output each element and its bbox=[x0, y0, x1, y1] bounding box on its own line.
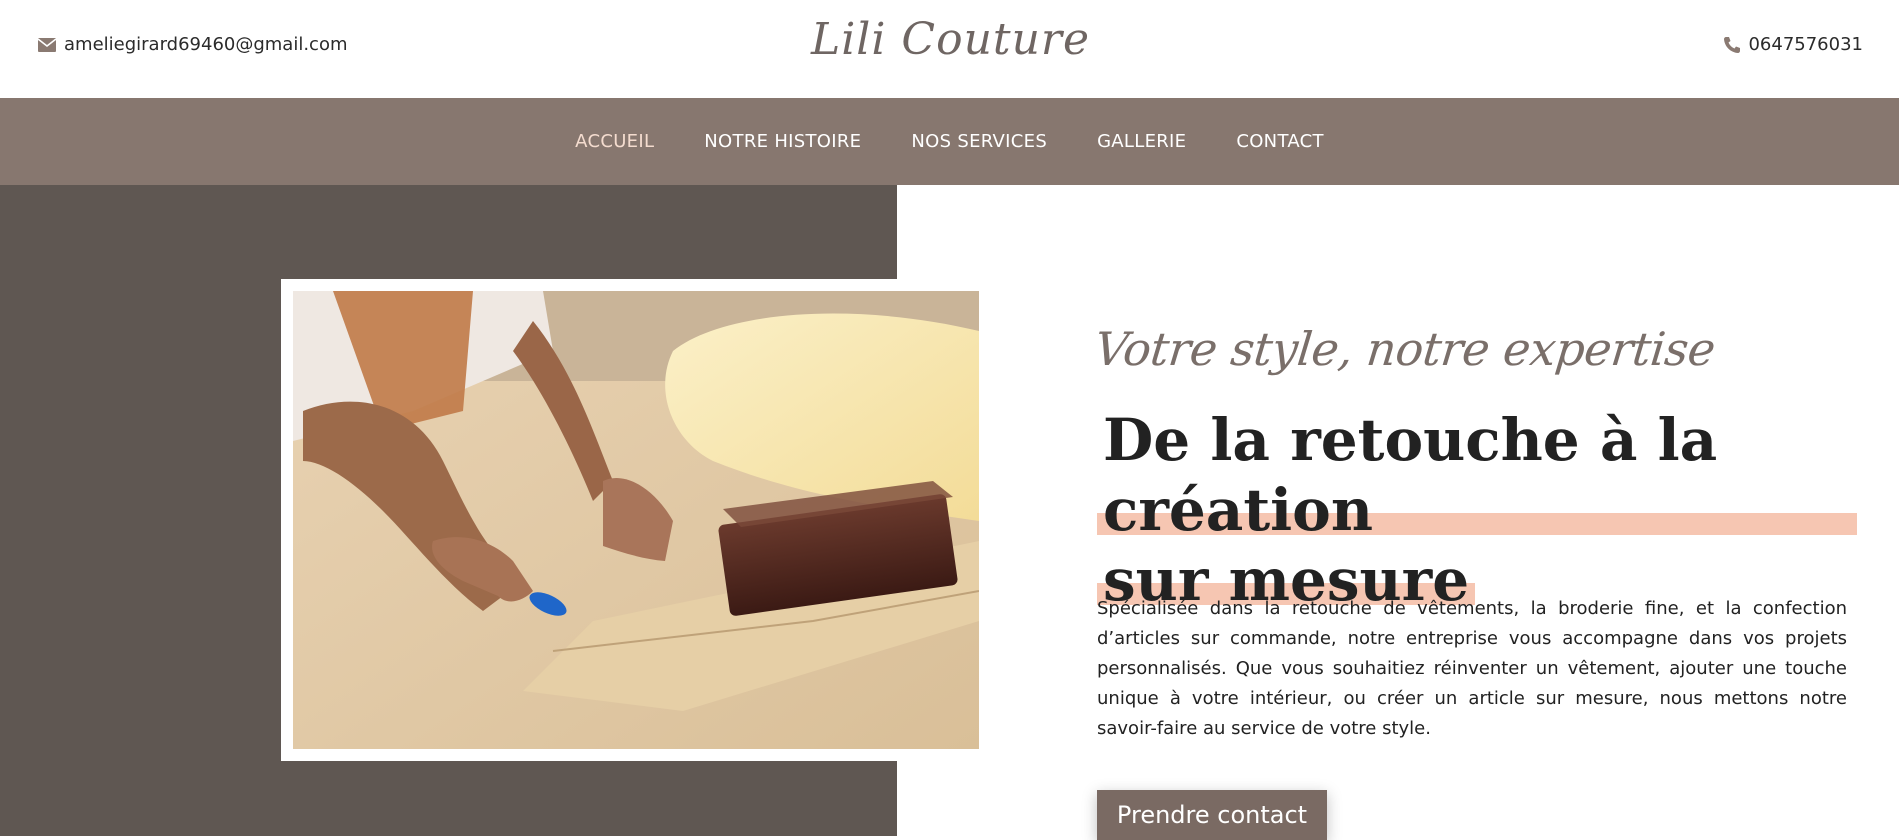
hero-subtitle: Votre style, notre expertise bbox=[1092, 322, 1718, 376]
hero-description: Spécialisée dans la retouche de vêtement… bbox=[1097, 598, 1847, 739]
top-header: ameliegirard69460@gmail.com Lili Couture… bbox=[0, 0, 1901, 98]
phone-contact[interactable]: 0647576031 bbox=[1722, 34, 1863, 55]
hero-image bbox=[293, 291, 979, 749]
phone-text[interactable]: 0647576031 bbox=[1748, 34, 1863, 55]
nav-item-contact[interactable]: CONTACT bbox=[1236, 131, 1323, 152]
main-nav: ACCUEIL NOTRE HISTOIRE NOS SERVICES GALL… bbox=[0, 98, 1899, 185]
nav-item-gallerie[interactable]: GALLERIE bbox=[1097, 131, 1186, 152]
hero-image-frame bbox=[281, 279, 979, 761]
contact-cta-button[interactable]: Prendre contact bbox=[1097, 790, 1327, 840]
phone-icon bbox=[1722, 35, 1742, 55]
hero-heading: De la retouche à la création sur mesure bbox=[1097, 405, 1857, 615]
hero-heading-line1: De la retouche à la création bbox=[1097, 405, 1857, 545]
nav-item-notre-histoire[interactable]: NOTRE HISTOIRE bbox=[704, 131, 861, 152]
site-logo[interactable]: Lili Couture bbox=[0, 14, 1901, 65]
nav-item-accueil[interactable]: ACCUEIL bbox=[575, 131, 654, 152]
nav-item-nos-services[interactable]: NOS SERVICES bbox=[911, 131, 1047, 152]
